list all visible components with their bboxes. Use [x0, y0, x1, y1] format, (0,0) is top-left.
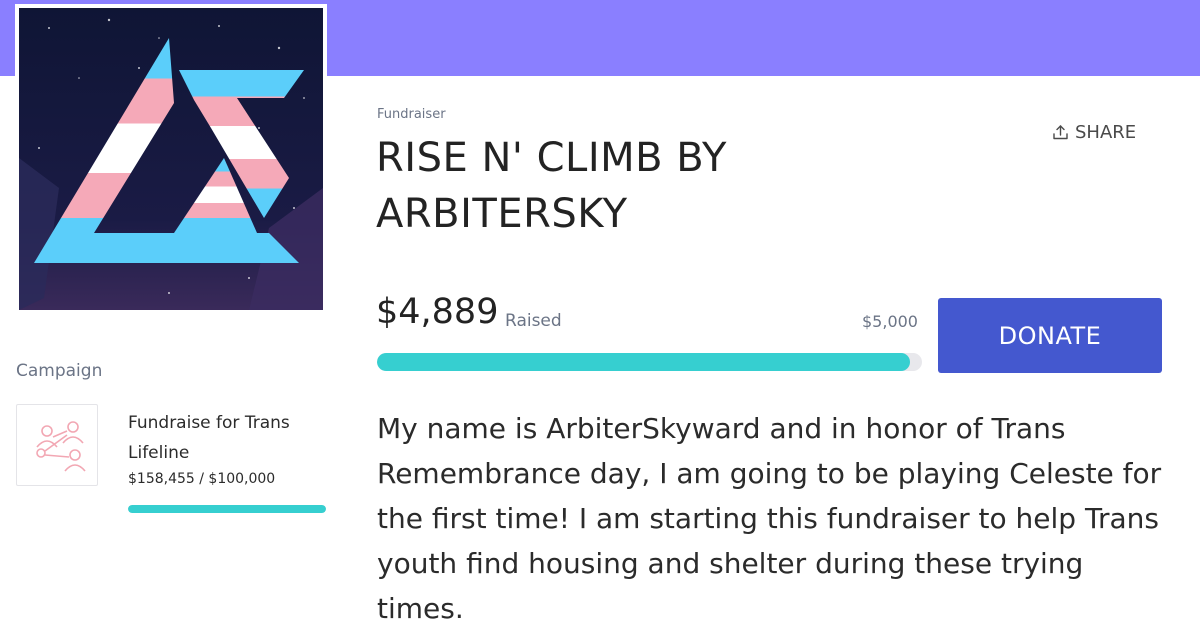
fundraiser-progress-fill	[377, 353, 910, 371]
donate-button[interactable]: DONATE	[938, 298, 1162, 373]
arbitersky-logo-image	[19, 8, 323, 310]
raised-label: Raised	[505, 311, 562, 331]
people-network-icon	[36, 421, 86, 472]
raised-amount: $4,889	[376, 292, 499, 332]
campaign-section-label: Campaign	[16, 361, 103, 381]
fundraiser-type-label: Fundraiser	[377, 107, 446, 122]
campaign-progress-fill	[128, 505, 326, 513]
share-button[interactable]: SHARE	[1052, 122, 1136, 143]
campaign-amount: $158,455 / $100,000	[128, 471, 276, 487]
fundraiser-progress-bar	[377, 353, 922, 371]
campaign-card[interactable]: Fundraise for Trans Lifeline $158,455 / …	[16, 404, 326, 516]
fundraiser-avatar	[15, 4, 327, 314]
share-upload-icon	[1053, 125, 1068, 140]
fundraiser-description: My name is ArbiterSkyward and in honor o…	[377, 412, 1162, 625]
goal-amount: $5,000	[862, 312, 918, 331]
page-title: RISE N' CLIMB BY ARBITERSKY	[376, 135, 727, 237]
campaign-progress-bar	[128, 505, 326, 513]
campaign-title[interactable]: Fundraise for Trans Lifeline	[128, 408, 324, 468]
campaign-thumbnail[interactable]	[16, 404, 98, 486]
share-label: SHARE	[1075, 122, 1137, 143]
